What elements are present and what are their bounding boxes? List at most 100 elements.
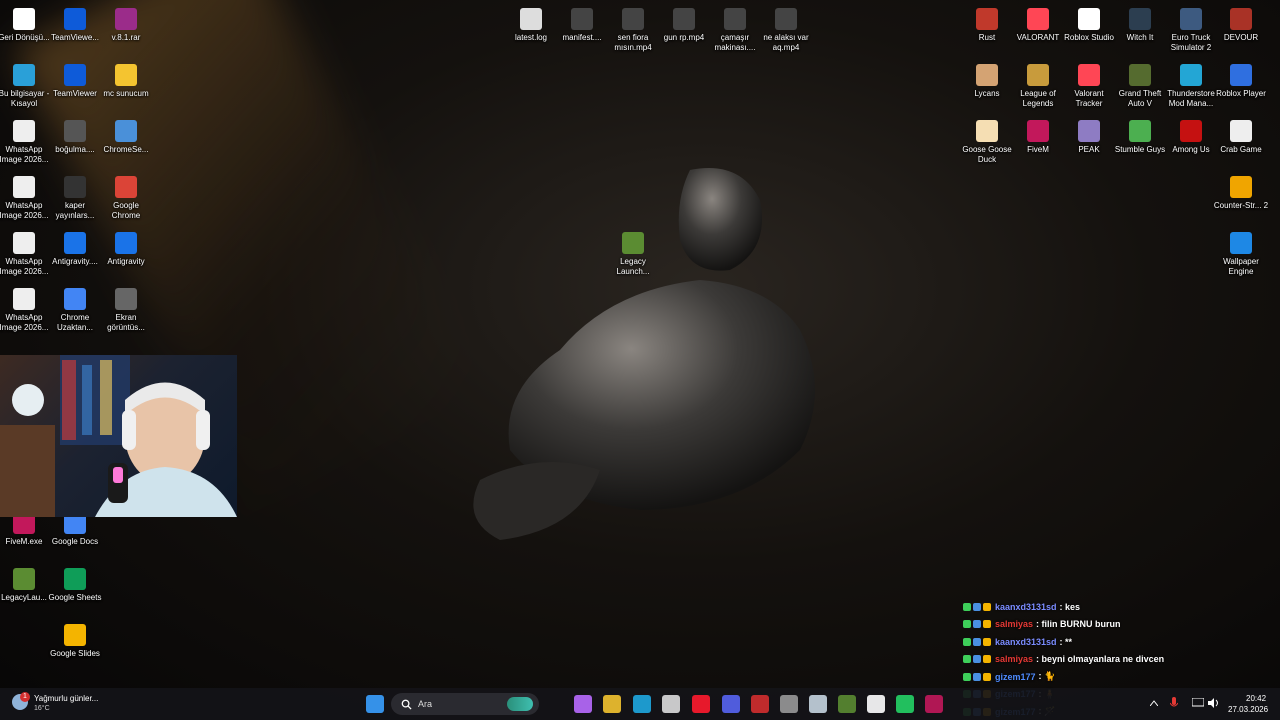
desktop-shortcut[interactable]: VALORANT [1010,8,1066,43]
desktop-shortcut[interactable]: ChromeSe... [98,120,154,155]
desktop-shortcut-label: Lycans [974,89,1000,98]
desktop-shortcut[interactable]: latest.log [503,8,559,43]
desktop-shortcut[interactable]: Goose Goose Duck [959,120,1015,165]
desktop-shortcut[interactable]: kaper yayınlars... [47,176,103,221]
desktop-shortcut[interactable]: TeamViewer [47,64,103,99]
desktop-shortcut[interactable]: Among Us [1163,120,1219,155]
steam-icon[interactable] [809,695,827,713]
desktop-shortcut[interactable]: Valorant Tracker [1061,64,1117,109]
minecraft-icon[interactable] [838,695,856,713]
desktop-shortcut-label: WhatsApp Image 2026... [0,145,49,164]
desktop-shortcut[interactable]: WhatsApp Image 2026... [0,288,52,333]
desktop-shortcut[interactable]: WhatsApp Image 2026... [0,120,52,165]
desktop-shortcut[interactable]: TeamViewe... [47,8,103,43]
image-file-icon [13,176,35,198]
desktop-shortcut[interactable]: boğulma.... [47,120,103,155]
desktop-shortcut[interactable]: League of Legends [1010,64,1066,109]
clock-date[interactable]: 27.03.2026 [1228,705,1268,714]
folder-icon [115,64,137,86]
desktop-shortcut-label: Stumble Guys [1114,145,1166,154]
desktop-shortcut[interactable]: PEAK [1061,120,1117,155]
desktop-shortcut[interactable]: Ekran görüntüs... [98,288,154,333]
desktop-shortcut[interactable]: Google Docs [47,512,103,547]
desktop-shortcut[interactable]: mc sunucum [98,64,154,99]
desktop-shortcut[interactable]: Roblox Player [1213,64,1269,99]
chat-message: gizem177: 🐈 [963,668,1263,686]
desktop-shortcut[interactable]: FiveM [1010,120,1066,155]
whatsapp-icon[interactable] [896,695,914,713]
microsoft-store-icon[interactable] [662,695,680,713]
windows-start-icon[interactable] [366,695,384,713]
desktop-shortcut[interactable]: Google Sheets [47,568,103,603]
desktop-shortcut[interactable]: sen fiora mısın.mp4 [605,8,661,53]
taskbar-search[interactable]: Ara [391,693,539,715]
desktop-shortcut[interactable]: Counter-Str... 2 [1213,176,1269,211]
microphone-icon[interactable] [1170,697,1178,710]
desktop-shortcut[interactable]: Crab Game [1213,120,1269,155]
desktop-shortcut[interactable]: Bu bilgisayar - Kısayol [0,64,52,109]
desktop-shortcut[interactable]: Google Chrome [98,176,154,221]
chevron-up-icon[interactable] [1150,700,1158,706]
desktop-shortcut-label: Thunderstore Mod Mana... [1167,89,1215,108]
desktop-shortcut-label: TeamViewe... [51,33,99,42]
desktop-shortcut[interactable]: Legacy Launch... [605,232,661,277]
opera-icon[interactable] [692,695,710,713]
desktop-shortcut[interactable]: Witch It [1112,8,1168,43]
copilot-icon[interactable] [574,695,592,713]
desktop-shortcut[interactable]: Lycans [959,64,1015,99]
desktop-shortcut-label: WhatsApp Image 2026... [0,201,49,220]
desktop-shortcut-label: gun rp.mp4 [663,33,705,42]
fivem-icon[interactable] [925,695,943,713]
volume-icon[interactable] [1208,698,1220,708]
desktop-shortcut[interactable]: Thunderstore Mod Mana... [1163,64,1219,109]
desktop-shortcut-label: WhatsApp Image 2026... [0,313,49,332]
desktop-shortcut[interactable]: WhatsApp Image 2026... [0,176,52,221]
desktop-shortcut[interactable]: Stumble Guys [1112,120,1168,155]
desktop-shortcut[interactable]: Chrome Uzaktan... [47,288,103,333]
desktop-shortcut-label: Bu bilgisayar - Kısayol [0,89,50,108]
desktop-shortcut-label: Roblox Player [1216,89,1266,98]
desktop-shortcut[interactable]: v.8.1.rar [98,8,154,43]
chat-badge-icon [973,672,981,681]
minecraft-icon [13,568,35,590]
desktop-shortcut[interactable]: çamaşır makinası.... [707,8,763,53]
desktop-shortcut[interactable]: gun rp.mp4 [656,8,712,43]
truck-icon [1180,8,1202,30]
desktop-shortcut[interactable]: Antigravity [98,232,154,267]
desktop-shortcut-label: kaper yayınlars... [55,201,95,220]
goose-icon [976,120,998,142]
discord-icon[interactable] [722,695,740,713]
desktop-shortcut-label: Chrome Uzaktan... [56,313,93,332]
desktop-shortcut[interactable]: Antigravity.... [47,232,103,267]
weather-text[interactable]: Yağmurlu günler... [34,694,98,703]
desktop-shortcut[interactable]: Google Slides [47,624,103,659]
display-icon[interactable] [1192,698,1204,708]
desktop-shortcut[interactable]: LegacyLau... [0,568,52,603]
desktop-shortcut[interactable]: Rust [959,8,1015,43]
desktop-shortcut[interactable]: ne alaksı var aq.mp4 [758,8,814,53]
desktop-shortcut[interactable]: WhatsApp Image 2026... [0,232,52,277]
desktop-shortcut[interactable]: DEVOUR [1213,8,1269,43]
text-file-icon [520,8,542,30]
desktop-shortcut[interactable]: manifest.... [554,8,610,43]
search-placeholder: Ara [418,699,433,709]
chat-message: kaanxd3131sd: kes [963,598,1263,616]
image-file-icon [13,232,35,254]
obs-recording-icon[interactable] [751,695,769,713]
desktop-shortcut[interactable]: Wallpaper Engine [1213,232,1269,277]
chat-message: salmiyas: filin BURNU burun [963,616,1263,634]
edge-icon[interactable] [633,695,651,713]
desktop-shortcut[interactable]: FiveM.exe [0,512,52,547]
desktop-shortcut[interactable]: Grand Theft Auto V [1112,64,1168,109]
desktop-shortcut-label: TeamViewer [53,89,97,98]
clock-time[interactable]: 20:42 [1246,694,1266,703]
desktop-shortcut[interactable]: Geri Dönüşü... [0,8,52,43]
calculator-icon[interactable] [780,695,798,713]
chat-badge-icon [983,602,991,611]
desktop-shortcut[interactable]: Roblox Studio [1061,8,1117,43]
capcut-icon[interactable] [867,695,885,713]
file-explorer-icon[interactable] [603,695,621,713]
desktop-shortcut[interactable]: Euro Truck Simulator 2 [1163,8,1219,53]
chat-badge-icon [983,620,991,629]
desktop-shortcut-label: Google Sheets [48,593,102,602]
